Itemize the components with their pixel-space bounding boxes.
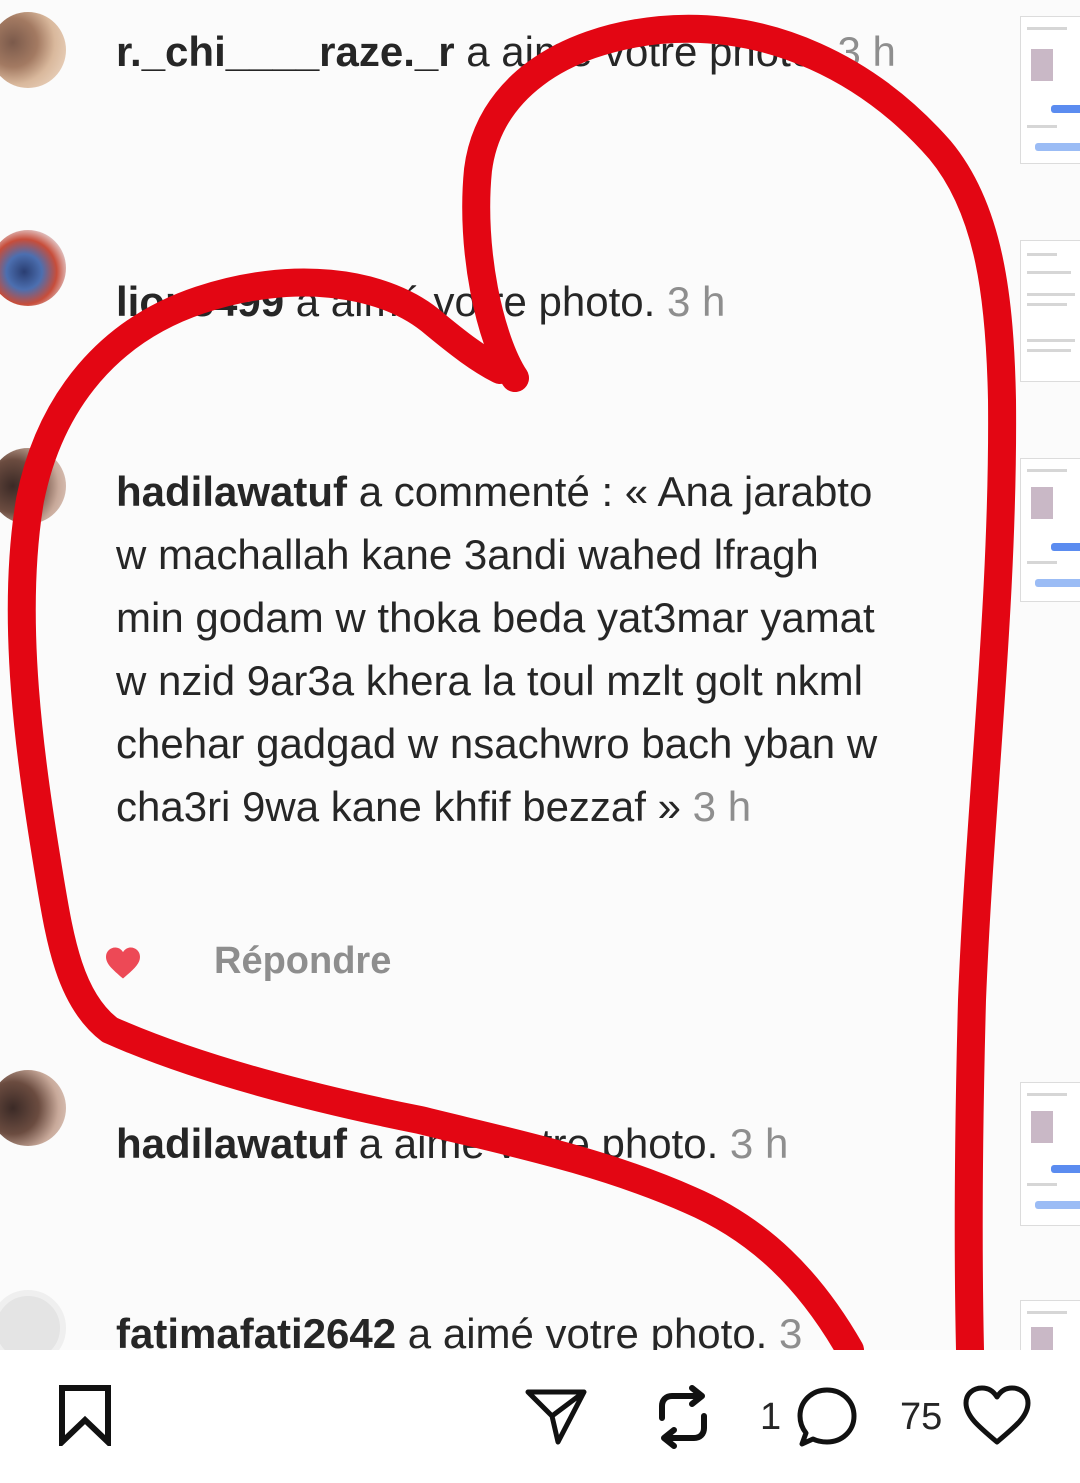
post-thumbnail[interactable] bbox=[1020, 16, 1080, 164]
send-icon[interactable] bbox=[524, 1384, 588, 1446]
post-thumbnail[interactable] bbox=[1020, 458, 1080, 602]
liked-heart-icon[interactable] bbox=[104, 946, 142, 980]
notification-text: lion3499 a aimé votre photo. 3 h bbox=[116, 270, 936, 333]
avatar[interactable] bbox=[0, 448, 66, 524]
timestamp: 3 h bbox=[692, 783, 752, 830]
username[interactable]: lion3499 bbox=[116, 278, 284, 325]
timestamp: 3 h bbox=[837, 28, 896, 75]
timestamp: 3 h bbox=[729, 1120, 789, 1167]
comment-actions: Répondre bbox=[104, 936, 504, 988]
post-action-bar: 1 75 bbox=[0, 1350, 1080, 1483]
timestamp: 3 bbox=[779, 1310, 803, 1350]
comment-icon[interactable] bbox=[794, 1384, 860, 1450]
timestamp: 3 h bbox=[666, 278, 726, 325]
avatar[interactable] bbox=[0, 1290, 66, 1350]
repost-icon[interactable] bbox=[652, 1384, 714, 1450]
comment-count: 1 bbox=[760, 1396, 782, 1438]
username[interactable]: fatimafati2642 bbox=[116, 1310, 396, 1350]
heart-outline-icon[interactable] bbox=[962, 1384, 1032, 1446]
notification-action: a aimé votre photo. bbox=[454, 28, 838, 75]
notification-text: hadilawatuf a commenté : « Ana jarabto w… bbox=[116, 460, 886, 838]
post-thumbnail[interactable] bbox=[1020, 1082, 1080, 1226]
reply-button[interactable]: Répondre bbox=[214, 940, 391, 983]
username[interactable]: hadilawatuf bbox=[116, 468, 347, 515]
avatar[interactable] bbox=[0, 230, 66, 306]
bookmark-icon[interactable] bbox=[58, 1384, 112, 1446]
notification-text: r._chi____raze._r a aimé votre photo. 3 … bbox=[116, 20, 936, 83]
avatar[interactable] bbox=[0, 12, 66, 88]
like-count: 75 bbox=[900, 1396, 943, 1438]
notification-text: fatimafati2642 a aimé votre photo. 3 bbox=[116, 1302, 936, 1350]
notifications-feed: r._chi____raze._r a aimé votre photo. 3 … bbox=[0, 0, 990, 1350]
notifications-screenshot: r._chi____raze._r a aimé votre photo. 3 … bbox=[0, 0, 1080, 1350]
notification-action: a aimé votre photo. bbox=[347, 1120, 730, 1167]
post-thumbnail[interactable] bbox=[1020, 240, 1080, 382]
notification-action: a aimé votre photo. bbox=[396, 1310, 780, 1350]
comment-text: a commenté : « Ana jarabto w machallah k… bbox=[116, 468, 878, 830]
avatar[interactable] bbox=[0, 1070, 66, 1146]
username[interactable]: hadilawatuf bbox=[116, 1120, 347, 1167]
username[interactable]: r._chi____raze._r bbox=[116, 28, 455, 75]
notification-action: a aimé votre photo. bbox=[284, 278, 667, 325]
notification-text: hadilawatuf a aimé votre photo. 3 h bbox=[116, 1112, 936, 1175]
post-thumbnail[interactable] bbox=[1020, 1300, 1080, 1350]
